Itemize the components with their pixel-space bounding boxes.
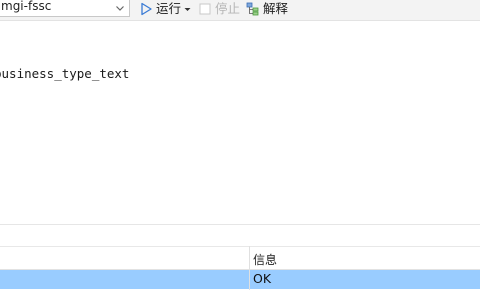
table-row[interactable]: OK <box>0 270 480 289</box>
run-dropdown-icon[interactable] <box>184 6 191 13</box>
play-icon <box>141 2 152 16</box>
column-separator[interactable] <box>249 246 250 290</box>
editor-code-line: business_type_text <box>0 66 130 81</box>
table-cell-info[interactable]: OK <box>253 271 271 286</box>
database-select-value: mgi-fssc <box>1 0 52 13</box>
explain-button-label: 解释 <box>263 1 289 16</box>
run-button-label: 运行 <box>156 1 182 16</box>
query-toolbar: mgi-fssc 运行 停止 解释 <box>0 0 480 21</box>
pane-divider[interactable] <box>0 224 480 225</box>
database-select[interactable]: mgi-fssc <box>0 0 130 17</box>
stop-button-label: 停止 <box>215 1 241 16</box>
table-cell-first[interactable] <box>0 270 249 289</box>
sql-query-window: mgi-fssc 运行 停止 解释 business_type_text 信息 … <box>0 0 480 300</box>
results-grid: 信息 OK <box>0 246 480 300</box>
explain-button[interactable]: 解释 <box>246 0 288 18</box>
stop-button[interactable]: 停止 <box>198 0 240 18</box>
chevron-down-icon <box>116 6 124 11</box>
explain-plan-icon <box>246 2 259 16</box>
sql-editor[interactable]: business_type_text <box>0 21 480 224</box>
stop-checkbox-icon <box>199 3 211 15</box>
column-header-info[interactable]: 信息 <box>253 251 277 268</box>
run-button[interactable]: 运行 <box>139 0 191 18</box>
grid-header-row: 信息 <box>0 247 480 270</box>
